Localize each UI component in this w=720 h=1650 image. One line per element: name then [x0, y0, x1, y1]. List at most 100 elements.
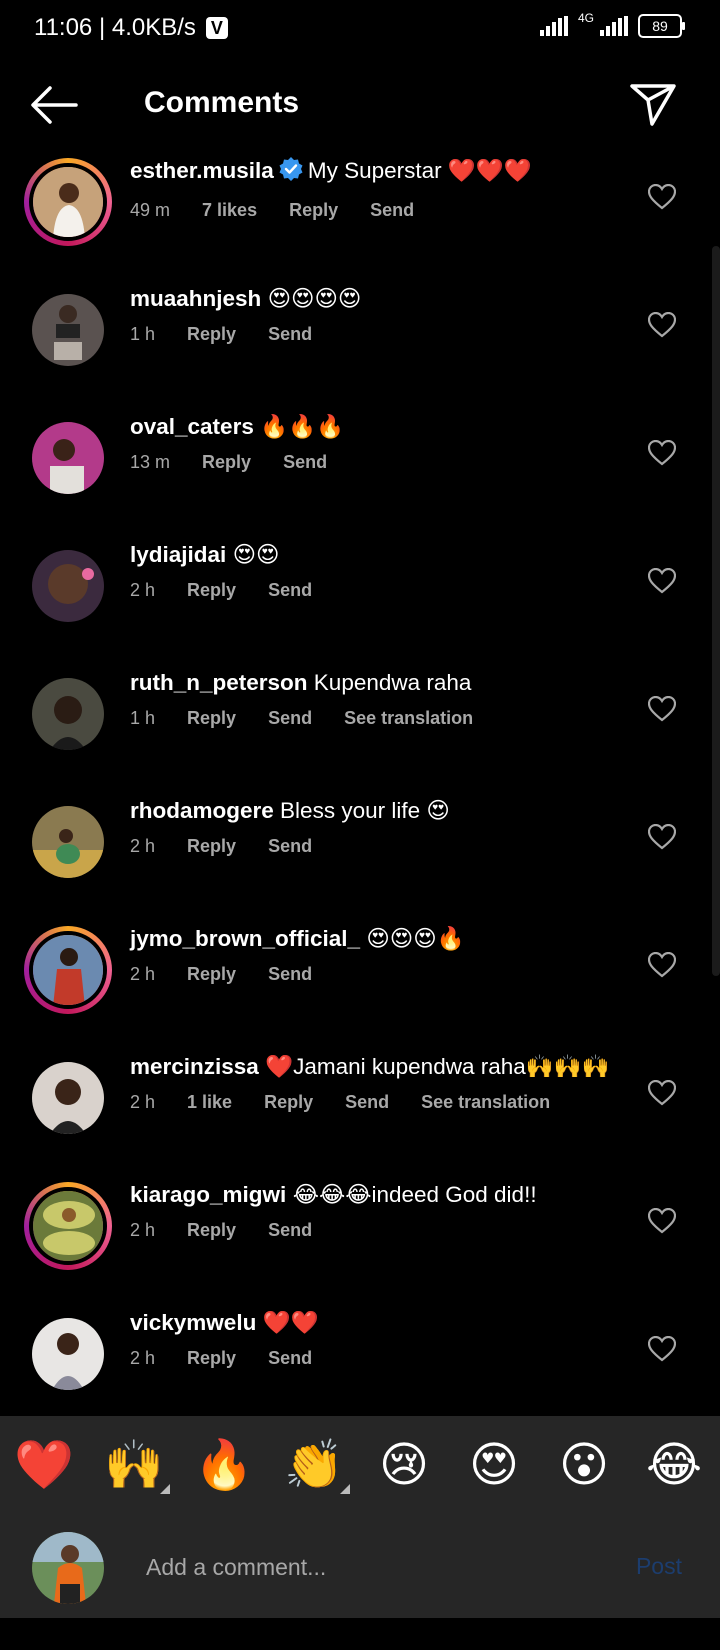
avatar[interactable] — [29, 931, 107, 1009]
comment-text: 😍😍😍🔥 — [366, 926, 465, 951]
reply-button[interactable]: Reply — [187, 836, 236, 857]
story-ring[interactable] — [24, 926, 112, 1014]
heart-icon[interactable] — [647, 439, 677, 466]
send-link[interactable]: Send — [268, 708, 312, 729]
reply-button[interactable]: Reply — [202, 452, 251, 473]
reply-button[interactable]: Reply — [187, 324, 236, 345]
reply-button[interactable]: Reply — [187, 1220, 236, 1241]
surprised-face-emoji[interactable]: 😮 — [552, 1434, 616, 1498]
avatar-wrap[interactable] — [32, 1318, 104, 1390]
avatar[interactable] — [32, 550, 104, 622]
avatar-wrap[interactable] — [32, 422, 104, 494]
comment-input[interactable] — [144, 1546, 588, 1588]
status-time-speed: 11:06 | 4.0KB/s — [34, 14, 196, 41]
username[interactable]: rhodamogere — [130, 798, 274, 823]
heart-icon[interactable] — [647, 1207, 677, 1234]
share-button[interactable] — [628, 80, 678, 128]
back-button[interactable] — [28, 82, 80, 128]
send-link[interactable]: Send — [268, 580, 312, 601]
heart-eyes-emoji[interactable]: 😍 — [462, 1434, 526, 1498]
comment-list: esther.musila My Superstar ❤️❤️❤️ 49 m 7 li… — [0, 140, 720, 1415]
reply-button[interactable]: Reply — [187, 1348, 236, 1369]
comment-item[interactable]: lydiajidai 😍😍 2 h Reply Send — [0, 524, 720, 652]
username[interactable]: vickymwelu — [130, 1310, 256, 1335]
username[interactable]: kiarago_migwi — [130, 1182, 286, 1207]
comment-text: Bless your life 😍 — [280, 798, 450, 823]
see-translation-link[interactable]: See translation — [421, 1092, 550, 1113]
reply-button[interactable]: Reply — [289, 200, 338, 221]
heart-icon[interactable] — [647, 1079, 677, 1106]
reply-button[interactable]: Reply — [187, 708, 236, 729]
avatar-wrap[interactable] — [32, 678, 104, 750]
username[interactable]: jymo_brown_official_ — [130, 926, 360, 951]
heart-icon[interactable] — [647, 951, 677, 978]
avatar[interactable] — [32, 422, 104, 494]
comment-likes[interactable]: 7 likes — [202, 200, 257, 221]
avatar-wrap[interactable] — [32, 550, 104, 622]
avatar[interactable] — [32, 1318, 104, 1390]
send-link[interactable]: Send — [268, 1220, 312, 1241]
username[interactable]: oval_caters — [130, 414, 254, 439]
tears-of-joy-emoji[interactable]: 😂 — [642, 1434, 706, 1498]
comment-meta: 13 m Reply Send — [130, 452, 640, 473]
comment-item[interactable]: ruth_n_peterson Kupendwa raha 1 h Reply Sen… — [0, 652, 720, 780]
network-type: 4G — [577, 11, 594, 25]
comment-item[interactable]: vickymwelu ❤️❤️ 2 h Reply Send — [0, 1292, 720, 1415]
red-heart-emoji[interactable]: ❤️ — [12, 1434, 76, 1498]
heart-icon[interactable] — [647, 311, 677, 338]
send-link[interactable]: Send — [345, 1092, 389, 1113]
avatar-wrap[interactable] — [32, 294, 104, 366]
username[interactable]: muaahnjesh — [130, 286, 261, 311]
comment-item[interactable]: mercinzissa ❤️Jamani kupendwa raha🙌🙌🙌 2 h… — [0, 1036, 720, 1164]
see-translation-link[interactable]: See translation — [344, 708, 473, 729]
comment-time: 2 h — [130, 1220, 156, 1240]
comment-likes[interactable]: 1 like — [187, 1092, 232, 1113]
send-link[interactable]: Send — [370, 200, 414, 221]
comment-body: lydiajidai 😍😍 2 h Reply Send — [130, 540, 640, 601]
username[interactable]: mercinzissa — [130, 1054, 259, 1079]
comment-item[interactable]: oval_caters 🔥🔥🔥 13 m Reply Send — [0, 396, 720, 524]
comment-time: 1 h — [130, 708, 156, 728]
avatar-wrap[interactable] — [32, 806, 104, 878]
avatar[interactable] — [29, 1187, 107, 1265]
comment-meta: 2 h Reply Send — [130, 1348, 640, 1369]
send-link[interactable]: Send — [268, 836, 312, 857]
comment-text: Kupendwa raha — [313, 670, 472, 695]
username[interactable]: lydiajidai — [130, 542, 226, 567]
heart-icon[interactable] — [647, 567, 677, 594]
heart-icon[interactable] — [647, 695, 677, 722]
emoji-glyph: 🔥 — [194, 1439, 254, 1492]
send-link[interactable]: Send — [268, 964, 312, 985]
comment-item[interactable]: jymo_brown_official_ 😍😍😍🔥 2 h Reply Send — [0, 908, 720, 1036]
avatar[interactable] — [29, 163, 107, 241]
scrollbar[interactable] — [712, 246, 720, 976]
crying-face-emoji[interactable]: 😢 — [372, 1434, 436, 1498]
username[interactable]: ruth_n_peterson — [130, 670, 308, 695]
avatar[interactable] — [32, 678, 104, 750]
username[interactable]: esther.musila — [130, 158, 274, 183]
reply-button[interactable]: Reply — [187, 964, 236, 985]
heart-icon[interactable] — [647, 1335, 677, 1362]
comment-item[interactable]: kiarago_migwi 😂😂😂indeed God did!! 2 h Repl… — [0, 1164, 720, 1292]
send-link[interactable]: Send — [283, 452, 327, 473]
avatar[interactable] — [32, 1062, 104, 1134]
raised-hands-emoji[interactable]: 🙌 — [102, 1434, 170, 1498]
comment-item[interactable]: esther.musila My Superstar ❤️❤️❤️ 49 m 7 li… — [0, 140, 720, 268]
comment-item[interactable]: rhodamogere Bless your life 😍 2 h Reply Sen… — [0, 780, 720, 908]
clapping-hands-emoji[interactable]: 👏 — [282, 1434, 350, 1498]
reply-button[interactable]: Reply — [264, 1092, 313, 1113]
post-button[interactable]: Post — [630, 1552, 688, 1581]
avatar-wrap[interactable] — [32, 1062, 104, 1134]
heart-icon[interactable] — [647, 823, 677, 850]
reply-button[interactable]: Reply — [187, 580, 236, 601]
fire-emoji[interactable]: 🔥 — [192, 1434, 256, 1498]
send-link[interactable]: Send — [268, 1348, 312, 1369]
story-ring[interactable] — [24, 158, 112, 246]
heart-icon[interactable] — [647, 183, 677, 210]
avatar[interactable] — [32, 294, 104, 366]
story-ring[interactable] — [24, 1182, 112, 1270]
send-link[interactable]: Send — [268, 324, 312, 345]
avatar[interactable] — [32, 806, 104, 878]
battery-icon: 89 — [638, 14, 685, 38]
comment-item[interactable]: muaahnjesh 😍😍😍😍 1 h Reply Send — [0, 268, 720, 396]
